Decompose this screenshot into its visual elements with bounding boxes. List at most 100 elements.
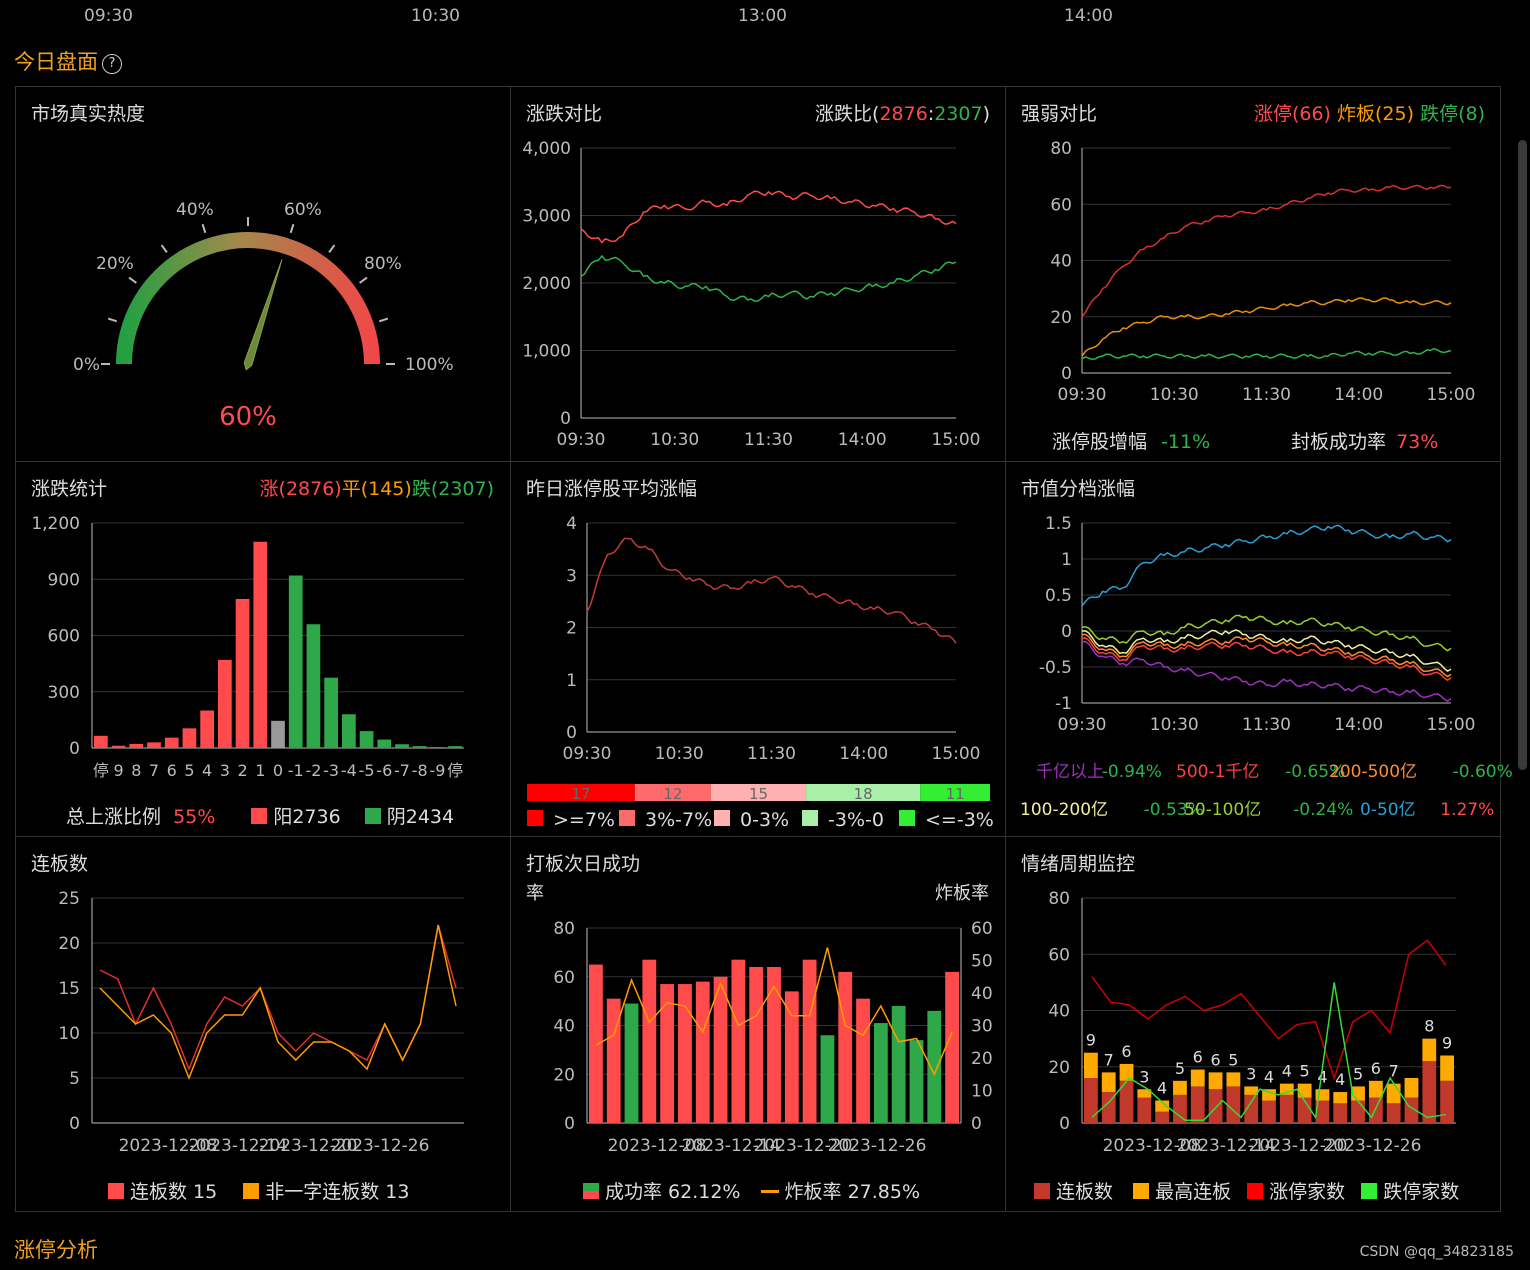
x-tick-label: 0 bbox=[273, 761, 283, 780]
yang-label: 阳2736 bbox=[273, 806, 341, 828]
legend-swatch bbox=[619, 810, 635, 826]
strength-chart: 0 20 40 60 80 09:30 10:30 11:30 14:00 15:00 bbox=[1050, 139, 1476, 405]
legend-value: 1.27% bbox=[1440, 800, 1494, 820]
bar-label: 6 bbox=[1121, 1042, 1131, 1061]
bar bbox=[271, 720, 285, 748]
gauge-tick bbox=[359, 276, 368, 284]
bar-zuigao bbox=[1101, 1072, 1116, 1093]
bar-lianban bbox=[1333, 1103, 1348, 1123]
x-tick-label: 停 bbox=[93, 761, 109, 780]
bar bbox=[713, 976, 728, 1123]
bar-zuigao bbox=[1208, 1072, 1223, 1090]
legend-swatch bbox=[108, 1183, 124, 1199]
x-tick-label: 15:00 bbox=[1427, 385, 1476, 405]
bar bbox=[342, 714, 356, 748]
panel-cycle: 情绪周期监控 0 20 40 60 80 9 7 6 3 4 5 6 6 5 3 4 4 5 4 4 5 6 7 8 9 2023… bbox=[1005, 836, 1501, 1212]
legend-swatch bbox=[583, 1183, 599, 1199]
legend-swatch bbox=[802, 810, 818, 826]
series-line bbox=[1081, 297, 1452, 357]
bar bbox=[642, 959, 657, 1123]
legend-label: 非一字连板数 13 bbox=[265, 1181, 410, 1203]
bar-zuigao bbox=[1190, 1069, 1205, 1087]
bar bbox=[802, 959, 817, 1123]
x-tick-label: 1 bbox=[255, 761, 265, 780]
cycle-legend: 连板数 最高连板 涨停家数 跌停家数 bbox=[1034, 1177, 1459, 1204]
watermark: CSDN @qq_34823185 bbox=[1359, 1244, 1514, 1260]
x-tick-label: 11:30 bbox=[744, 430, 793, 450]
scrollbar[interactable] bbox=[1518, 140, 1527, 770]
y-tick-label: 25 bbox=[58, 889, 80, 909]
metric-label: 涨停股增幅 bbox=[1052, 431, 1148, 453]
bar-label: 9 bbox=[1442, 1034, 1452, 1053]
y-tick-label: 0 bbox=[69, 739, 80, 759]
time-label: 09:30 bbox=[84, 6, 133, 26]
bar-lianban bbox=[1262, 1100, 1276, 1123]
y-tick-label: 60 bbox=[1048, 945, 1070, 965]
daban-legend: 成功率 62.12% 炸板率 27.85% bbox=[583, 1177, 920, 1204]
bar-zuigao bbox=[1440, 1055, 1454, 1081]
bar bbox=[182, 728, 197, 748]
legend-value: -0.94% bbox=[1102, 762, 1162, 782]
y2-tick-label: 30 bbox=[971, 1017, 993, 1037]
series-line bbox=[1081, 347, 1452, 361]
bar-lianban bbox=[1137, 1097, 1152, 1123]
section-title-zt-analysis: 涨停分析 bbox=[14, 1238, 98, 1262]
bar-lianban bbox=[1155, 1111, 1170, 1123]
gauge-tick bbox=[107, 317, 118, 323]
legend-label: 0-3% bbox=[740, 809, 789, 831]
legend-label: 涨停家数 bbox=[1269, 1181, 1346, 1203]
panel-lianban: 连板数 0 5 10 15 20 25 2023-12-08 2023-12-14 2023-1… bbox=[15, 836, 511, 1212]
bar bbox=[218, 659, 232, 748]
section-title-text: 今日盘面 bbox=[14, 50, 98, 74]
gauge-value: 60% bbox=[219, 402, 277, 432]
bar bbox=[324, 677, 338, 748]
help-icon[interactable]: ? bbox=[102, 54, 122, 74]
gauge-label: 100% bbox=[405, 355, 454, 375]
x-tick-label: 09:30 bbox=[1058, 385, 1107, 405]
gauge-arc bbox=[116, 232, 380, 365]
lianban-chart: 05101520252023-12-082023-12-142023-12-20… bbox=[58, 889, 464, 1156]
x-tick-label: 4 bbox=[202, 761, 212, 780]
x-tick-label: -9 bbox=[429, 761, 445, 780]
y2-tick-label: 10 bbox=[971, 1082, 993, 1102]
y-tick-label: 2,000 bbox=[522, 274, 571, 294]
x-tick-label: 7 bbox=[149, 761, 159, 780]
bar bbox=[891, 1006, 906, 1123]
gauge-label: 80% bbox=[364, 254, 402, 274]
legend-label: 50-100亿 bbox=[1184, 800, 1261, 820]
y-tick-label: 1,200 bbox=[31, 514, 80, 534]
metric-zt-growth: 涨停股增幅 -11% bbox=[1052, 427, 1210, 454]
legend-swatch bbox=[527, 810, 543, 826]
y2-tick-label: 60 bbox=[971, 919, 993, 939]
x-tick-label: 2023-12-26 bbox=[331, 1136, 430, 1156]
bar bbox=[111, 745, 126, 748]
gauge-label: 40% bbox=[176, 200, 214, 220]
time-label: 13:00 bbox=[738, 6, 787, 26]
y-tick-label: 5 bbox=[69, 1069, 80, 1089]
series-line bbox=[580, 254, 957, 302]
bar bbox=[200, 710, 214, 748]
section-title: 今日盘面? bbox=[14, 46, 122, 76]
y-tick-label: 20 bbox=[553, 1065, 575, 1085]
bar-label: 7 bbox=[1104, 1050, 1114, 1069]
x-tick-label: 5 bbox=[184, 761, 194, 780]
bar-label: 4 bbox=[1157, 1079, 1167, 1098]
band-value: 15 bbox=[749, 785, 768, 803]
legend-value: -0.60% bbox=[1453, 762, 1513, 782]
bar-lianban bbox=[1173, 1094, 1187, 1123]
bar-zuigao bbox=[1386, 1083, 1401, 1104]
y-tick-label: 80 bbox=[1048, 889, 1070, 909]
bar bbox=[945, 971, 959, 1123]
y2-tick-label: 0 bbox=[971, 1114, 982, 1134]
panel-yesterday-zt: 昨日涨停股平均涨幅 0 1 2 3 4 09:30 10:30 11:30 14:00 15:00… bbox=[510, 461, 1006, 837]
bar bbox=[606, 998, 621, 1123]
bar-label: 8 bbox=[1424, 1017, 1434, 1036]
y2-tick-label: 40 bbox=[971, 984, 993, 1004]
bar-zuigao bbox=[1404, 1078, 1419, 1098]
legend-label: 3%-7% bbox=[645, 809, 712, 831]
y2-tick-label: 20 bbox=[971, 1049, 993, 1069]
bar-label: 6 bbox=[1371, 1059, 1381, 1078]
bar-zuigao bbox=[1119, 1063, 1134, 1081]
panel-mcap: 市值分档涨幅 -1 -0.5 0 0.5 1 1.5 09:30 10:30 11:30 14:0… bbox=[1005, 461, 1513, 837]
panel-updown: 涨跌对比 涨跌比(2876:2307) 0 1,000 2,000 3,000 4,00… bbox=[510, 86, 1006, 462]
